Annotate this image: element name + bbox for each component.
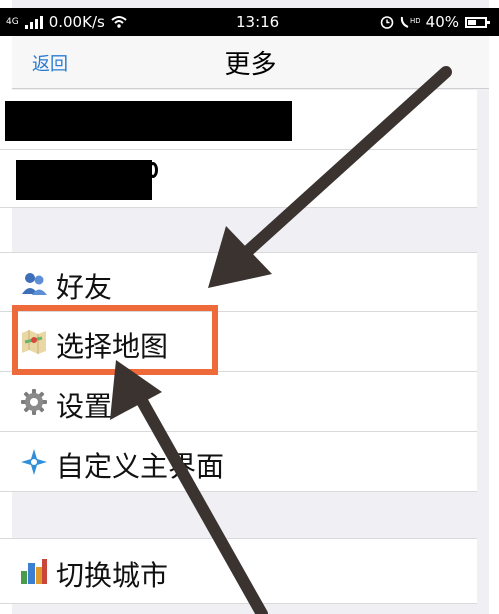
custom-ui-icon <box>21 449 47 475</box>
signal-icon <box>24 15 43 29</box>
battery-level: 40% <box>425 13 459 31</box>
menu-item-friends[interactable]: 好友 <box>0 252 477 312</box>
redacted-account-name <box>5 101 292 141</box>
wifi-icon <box>111 16 127 28</box>
network-type: 4G <box>6 17 19 27</box>
network-speed: 0.00K/s <box>48 13 105 31</box>
menu-label-switch-city: 切换城市 <box>56 559 169 592</box>
gear-icon <box>21 389 47 415</box>
page-title: 更多 <box>224 50 277 80</box>
status-time: 13:16 <box>236 13 280 31</box>
menu-label-friends: 好友 <box>56 271 113 304</box>
menu-item-custom-ui[interactable]: 自定义主界面 <box>0 432 477 492</box>
menu-label-custom-ui: 自定义主界面 <box>56 450 225 483</box>
menu-label-choose-map: 选择地图 <box>56 330 169 363</box>
menu-item-settings[interactable]: 设置 <box>0 372 477 432</box>
friends-icon <box>22 273 47 295</box>
alarm-icon <box>380 16 393 29</box>
hd-call-icon: HD <box>400 16 420 28</box>
account-row[interactable] <box>0 90 477 150</box>
city-icon <box>21 559 47 584</box>
account-detail-row[interactable] <box>0 150 477 208</box>
menu-item-switch-city[interactable]: 切换城市 <box>0 538 477 604</box>
redacted-account-detail <box>16 160 152 200</box>
redacted-trailing-char <box>148 162 158 178</box>
svg-text:HD: HD <box>410 17 420 25</box>
menu-item-choose-map[interactable]: 选择地图 <box>0 312 477 372</box>
navigation-bar: 返回 更多 <box>12 36 489 89</box>
status-left: 4G 0.00K/s <box>6 13 127 31</box>
map-icon <box>22 330 46 354</box>
menu-label-settings: 设置 <box>56 390 113 423</box>
status-bar: 4G 0.00K/s 13:16 HD 40% <box>0 8 499 36</box>
status-right: HD 40% <box>380 13 490 31</box>
battery-icon <box>465 16 490 28</box>
